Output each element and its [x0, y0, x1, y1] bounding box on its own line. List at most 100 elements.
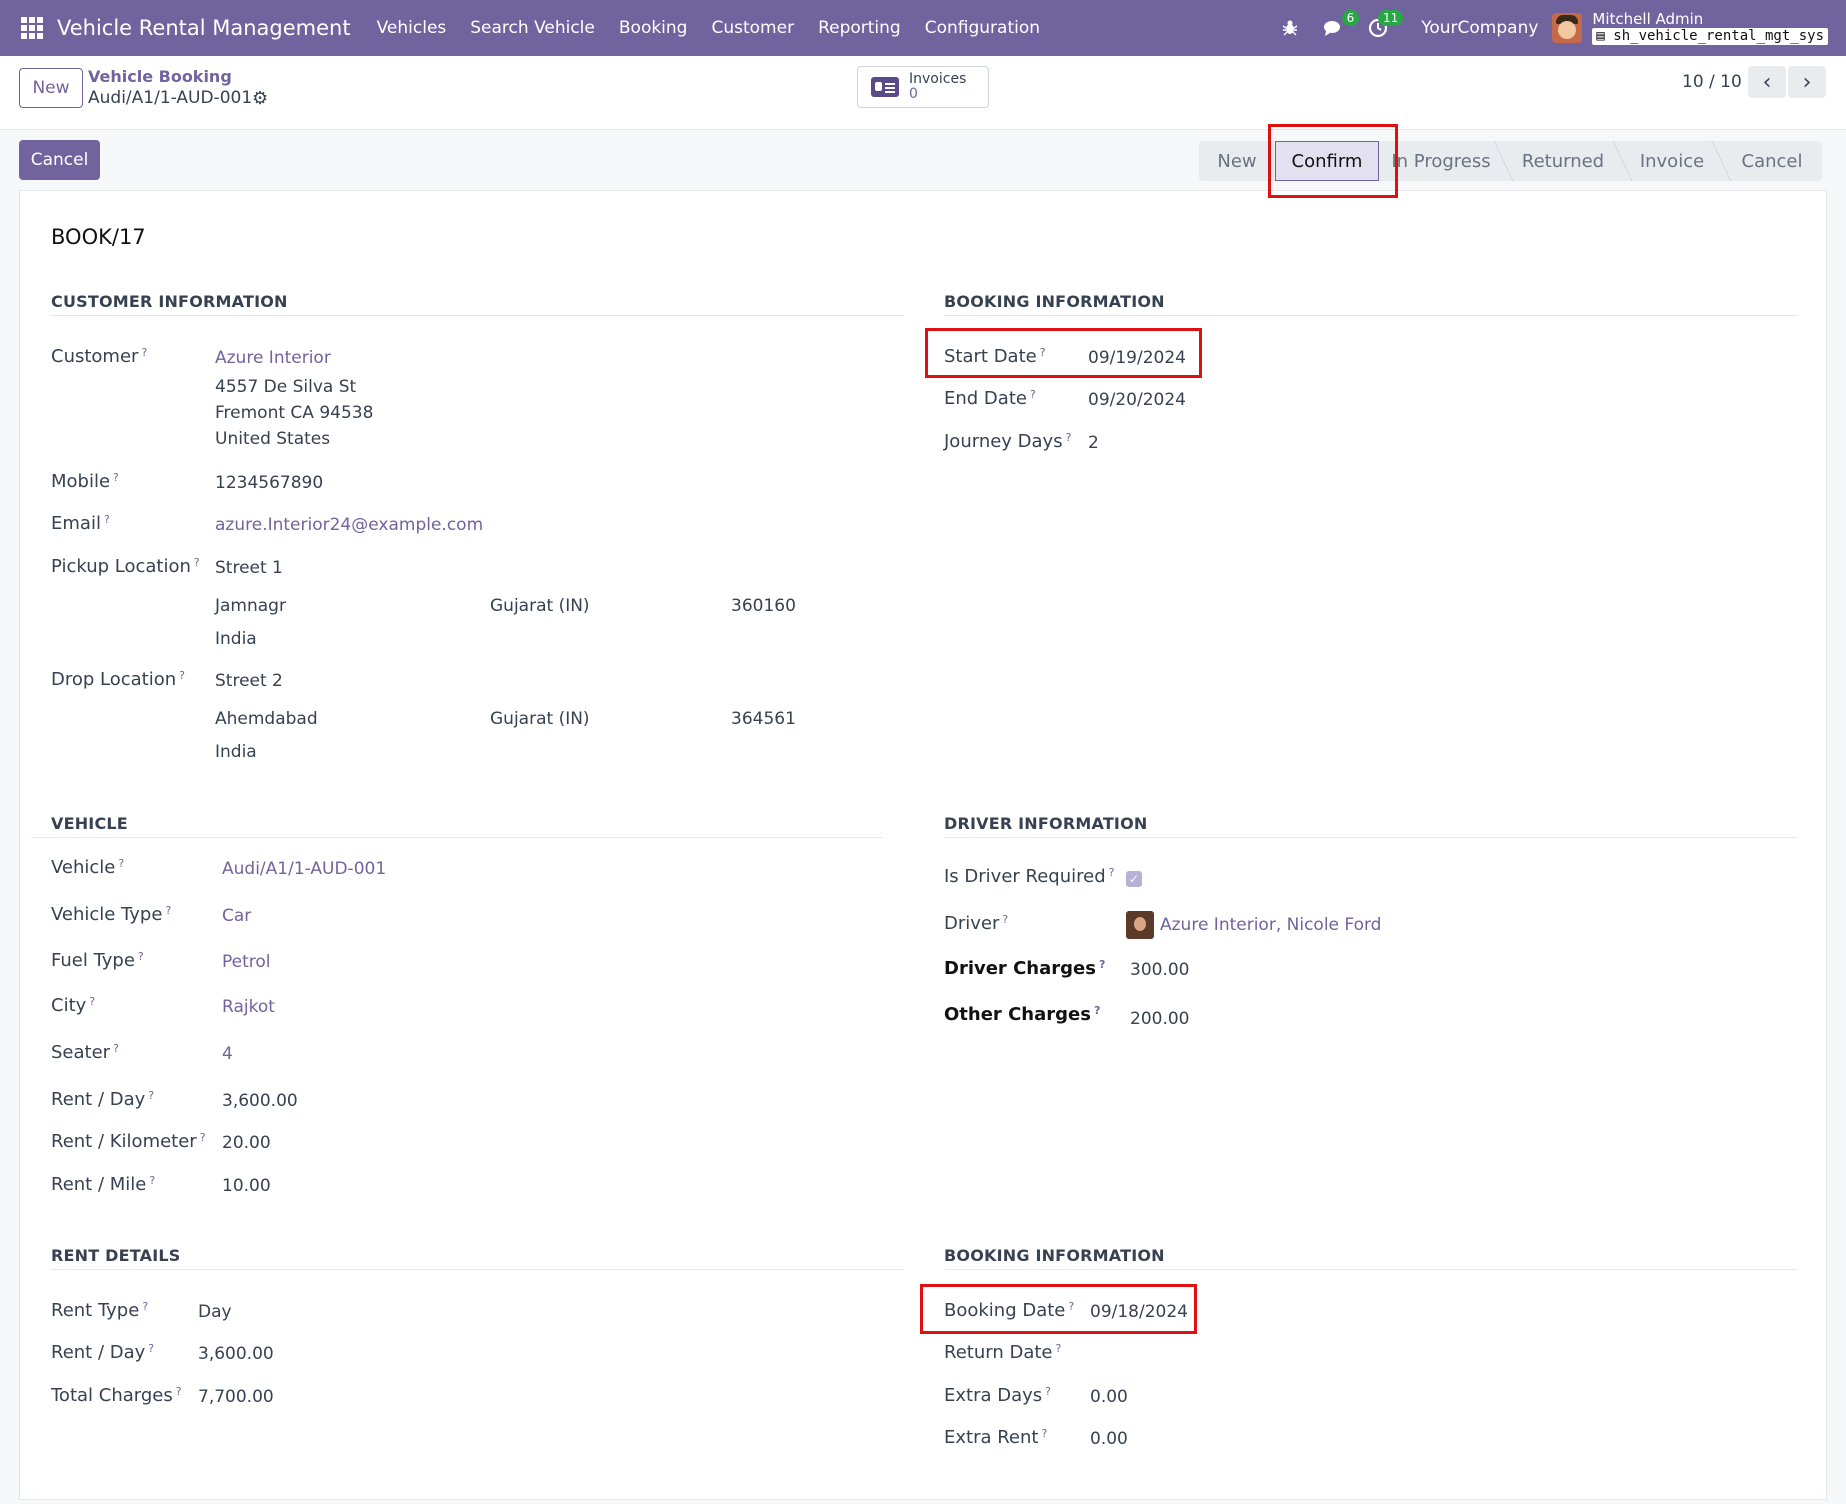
customer-link[interactable]: Azure Interior	[215, 348, 331, 368]
driver-required-label: Is Driver Required?	[944, 866, 1115, 887]
messages-count-badge: 6	[1341, 10, 1360, 26]
activities-clock-icon[interactable]: 11	[1363, 10, 1404, 43]
new-button[interactable]: New	[19, 68, 83, 108]
help-icon: ?	[199, 1131, 206, 1144]
rent-day-label: Rent / Day?	[51, 1089, 155, 1110]
pickup-street[interactable]: Street 1	[215, 558, 283, 578]
pager-previous-icon[interactable]: ‹	[1748, 66, 1786, 98]
driver-link[interactable]: Azure Interior, Nicole Ford	[1160, 915, 1381, 935]
control-panel: New Vehicle Booking Audi/A1/1-AUD-001 ⚙ …	[0, 56, 1846, 130]
section-divider	[51, 315, 904, 316]
drop-zip[interactable]: 364561	[731, 709, 796, 729]
rent-details-day-field[interactable]: 3,600.00	[198, 1344, 274, 1364]
stage-cancel[interactable]: Cancel	[1722, 141, 1822, 181]
debug-bug-icon[interactable]	[1275, 13, 1305, 43]
rent-day-field[interactable]: 3,600.00	[222, 1091, 298, 1111]
seater-link[interactable]: 4	[222, 1044, 233, 1064]
menu-search-vehicle[interactable]: Search Vehicle	[458, 18, 607, 38]
section-title-vehicle: VEHICLE	[51, 814, 128, 833]
driver-charges-field[interactable]: 300.00	[1130, 960, 1189, 980]
city-label: City?	[51, 995, 96, 1016]
drop-state[interactable]: Gujarat (IN)	[490, 709, 590, 729]
menu-customer[interactable]: Customer	[699, 18, 806, 38]
help-icon: ?	[1029, 388, 1036, 401]
help-icon: ?	[148, 1089, 155, 1102]
help-icon: ?	[1098, 958, 1106, 971]
stage-invoice[interactable]: Invoice	[1623, 141, 1721, 181]
breadcrumb-parent[interactable]: Vehicle Booking	[88, 67, 232, 86]
section-title-driver: DRIVER INFORMATION	[944, 814, 1148, 833]
cancel-button[interactable]: Cancel	[19, 140, 100, 180]
menu-configuration[interactable]: Configuration	[913, 18, 1052, 38]
drop-country[interactable]: India	[215, 742, 257, 762]
customer-address-line3: United States	[215, 429, 331, 449]
highlight-box-confirm	[1268, 124, 1398, 198]
help-icon: ?	[1041, 1427, 1048, 1440]
drop-street[interactable]: Street 2	[215, 671, 283, 691]
fuel-type-link[interactable]: Petrol	[222, 952, 271, 972]
record-name: BOOK/17	[51, 225, 146, 249]
extra-rent-field[interactable]: 0.00	[1090, 1429, 1128, 1449]
pickup-country[interactable]: India	[215, 629, 257, 649]
help-icon: ?	[118, 857, 125, 870]
user-menu[interactable]: Mitchell Admin ▤ sh_vehicle_rental_mgt_s…	[1592, 11, 1828, 46]
drop-city[interactable]: Ahemdabad	[215, 709, 318, 729]
apps-grid-icon[interactable]	[21, 17, 43, 39]
section-divider	[31, 837, 883, 838]
vehicle-link[interactable]: Audi/A1/1-AUD-001	[222, 859, 386, 879]
help-icon: ?	[1002, 913, 1009, 926]
driver-required-checkbox[interactable]: ✓	[1126, 871, 1142, 887]
messages-chat-icon[interactable]: 6	[1319, 10, 1360, 43]
main-menu: Vehicles Search Vehicle Booking Customer…	[365, 18, 1052, 38]
fuel-type-label: Fuel Type?	[51, 950, 144, 971]
help-icon: ?	[113, 471, 119, 484]
driver-avatar	[1126, 911, 1154, 939]
vehicle-type-link[interactable]: Car	[222, 906, 251, 926]
vehicle-type-label: Vehicle Type?	[51, 904, 172, 925]
help-icon: ?	[89, 995, 96, 1008]
invoices-smart-button[interactable]: Invoices 0	[857, 66, 989, 108]
mobile-field[interactable]: 1234567890	[215, 473, 323, 493]
invoices-count: 0	[909, 86, 918, 102]
customer-label: Customer?	[51, 346, 148, 367]
pickup-state[interactable]: Gujarat (IN)	[490, 596, 590, 616]
rent-kilometer-field[interactable]: 20.00	[222, 1133, 271, 1153]
email-label: Email?	[51, 513, 110, 534]
journey-days-field[interactable]: 2	[1088, 433, 1099, 453]
pickup-zip[interactable]: 360160	[731, 596, 796, 616]
extra-days-field[interactable]: 0.00	[1090, 1387, 1128, 1407]
end-date-field[interactable]: 09/20/2024	[1088, 390, 1186, 410]
help-icon: ?	[141, 346, 148, 359]
help-icon: ?	[149, 1174, 156, 1187]
app-title[interactable]: Vehicle Rental Management	[57, 16, 351, 40]
activities-count-badge: 11	[1377, 10, 1404, 26]
menu-vehicles[interactable]: Vehicles	[365, 18, 459, 38]
journey-days-label: Journey Days?	[944, 431, 1072, 452]
rent-mile-field[interactable]: 10.00	[222, 1176, 271, 1196]
section-divider	[944, 1269, 1797, 1270]
email-link[interactable]: azure.Interior24@example.com	[215, 515, 483, 535]
pickup-city[interactable]: Jamnagr	[215, 596, 286, 616]
vehicle-label: Vehicle?	[51, 857, 125, 878]
company-switcher[interactable]: YourCompany	[1421, 18, 1538, 38]
database-name: ▤ sh_vehicle_rental_mgt_sys	[1592, 28, 1828, 46]
pager-next-icon[interactable]: ›	[1788, 66, 1826, 98]
help-icon: ?	[148, 1342, 155, 1355]
stage-new[interactable]: New	[1199, 141, 1275, 181]
user-avatar[interactable]	[1552, 13, 1583, 43]
extra-days-label: Extra Days?	[944, 1385, 1051, 1406]
rent-type-field[interactable]: Day	[198, 1302, 232, 1322]
extra-rent-label: Extra Rent?	[944, 1427, 1048, 1448]
help-icon: ?	[165, 904, 172, 917]
gear-icon[interactable]: ⚙	[252, 88, 268, 109]
menu-reporting[interactable]: Reporting	[806, 18, 913, 38]
total-charges-field[interactable]: 7,700.00	[198, 1387, 274, 1407]
menu-booking[interactable]: Booking	[607, 18, 700, 38]
section-divider	[944, 837, 1797, 838]
navbar-systray: 6 11 YourCompany Mitchell Admin ▤ sh_veh…	[1275, 0, 1846, 56]
pager-value[interactable]: 10 / 10	[1682, 72, 1742, 92]
city-link[interactable]: Rajkot	[222, 997, 275, 1017]
other-charges-field[interactable]: 200.00	[1130, 1009, 1189, 1029]
breadcrumb-record: Audi/A1/1-AUD-001	[88, 88, 253, 108]
stage-returned[interactable]: Returned	[1504, 141, 1622, 181]
